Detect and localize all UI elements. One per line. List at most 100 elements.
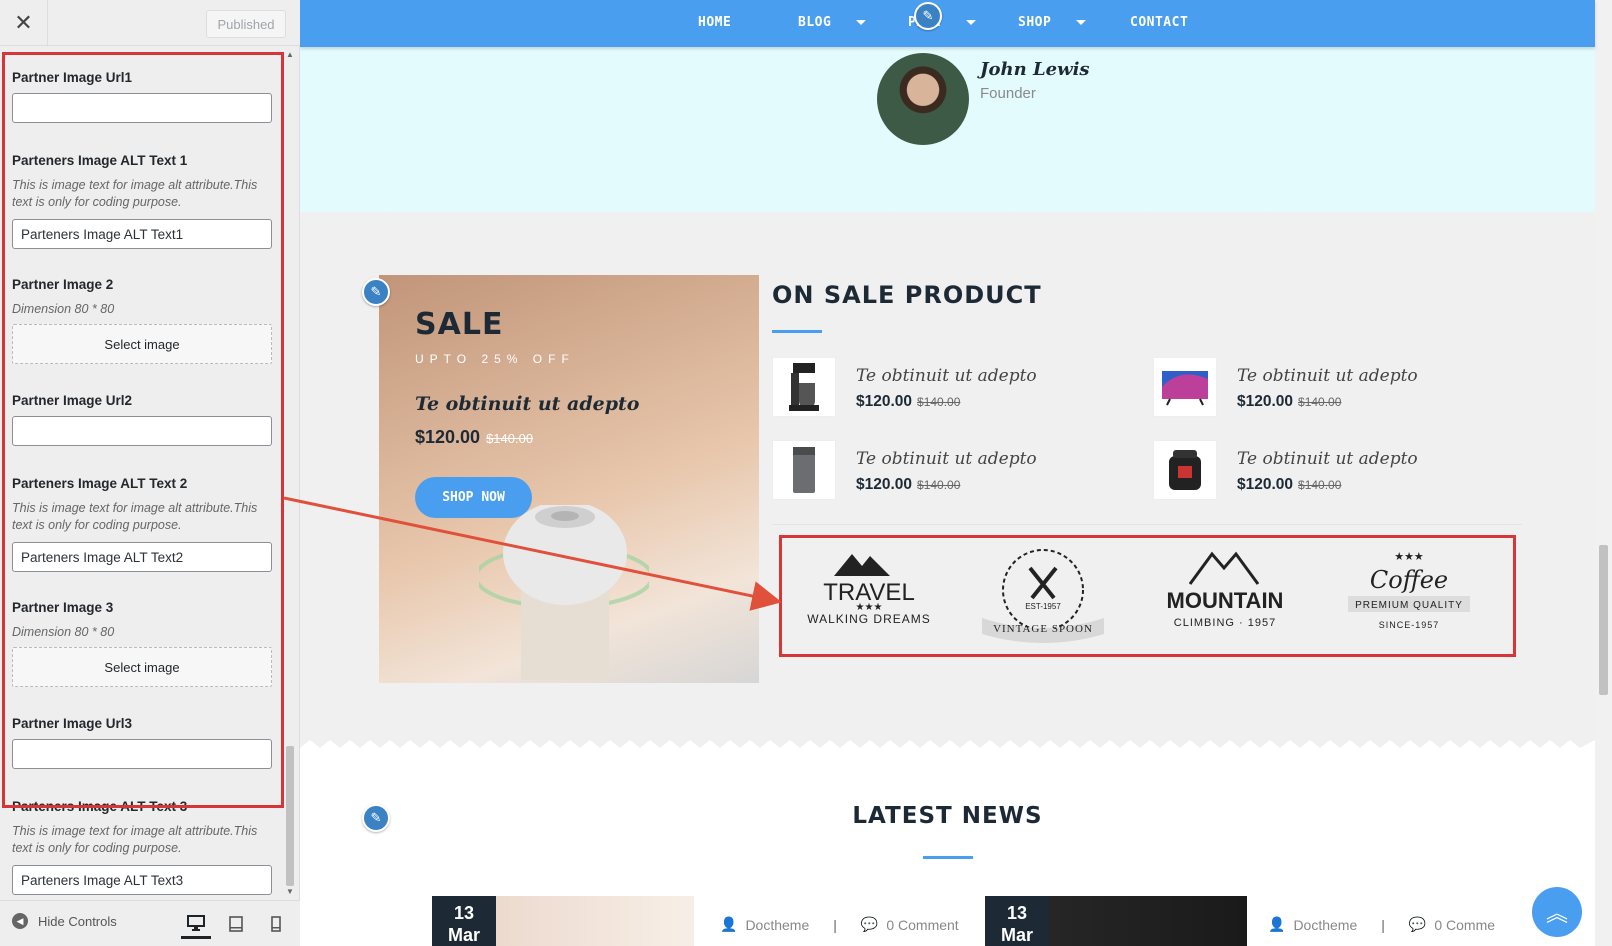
product-item[interactable]: Te obtinuit ut adepto $120.00 $140.00 <box>772 440 1132 500</box>
field-description: This is image text for image alt attribu… <box>12 178 258 209</box>
partner-image-url3-input[interactable] <box>12 739 272 769</box>
logo-text: VINTAGE SPOON <box>993 623 1093 635</box>
banner-sale-title: SALE <box>415 307 504 342</box>
logo-text: WALKING DREAMS <box>807 612 931 626</box>
chevron-down-icon[interactable] <box>1076 20 1086 25</box>
edit-pencil-icon[interactable]: ✎ <box>914 2 942 30</box>
old-price: $140.00 <box>486 431 534 446</box>
field-label: Partner Image 2 <box>12 277 114 292</box>
published-button[interactable]: Published <box>206 10 286 38</box>
sidebar-footer: ◀ Hide Controls <box>0 900 300 946</box>
site-preview[interactable]: HOME BLOG PAGE SHOP CONTACT ✎ John Lewis… <box>300 0 1612 946</box>
coffee-maker-icon <box>772 357 836 417</box>
chevron-down-icon[interactable] <box>856 20 866 25</box>
price: $120.00 <box>1237 393 1294 410</box>
product-item[interactable]: Te obtinuit ut adepto $120.00 $140.00 <box>1153 357 1513 417</box>
mobile-icon[interactable] <box>261 909 291 939</box>
scroll-up-icon[interactable]: ▲ <box>286 50 294 59</box>
news-thumbnail[interactable]: 13 Mar <box>432 896 694 946</box>
field-partner-alt-text-3: Parteners Image ALT Text 3 This is image… <box>12 799 272 895</box>
on-sale-title: ON SALE PRODUCT <box>772 281 1042 309</box>
field-label: Partner Image Url1 <box>12 70 133 85</box>
desktop-icon[interactable] <box>181 909 211 939</box>
trash-bin-icon <box>772 440 836 500</box>
nav-contact[interactable]: CONTACT <box>1130 15 1188 30</box>
product-price: $120.00 $140.00 <box>856 393 960 411</box>
sidebar-panel[interactable]: Partner Image Url1 Parteners Image ALT T… <box>0 46 300 900</box>
partner-alt-text-1-input[interactable] <box>12 219 272 249</box>
date-month: Mar <box>447 925 480 945</box>
field-label: Parteners Image ALT Text 1 <box>12 153 188 168</box>
price: $120.00 <box>856 393 913 410</box>
date-month: Mar <box>1000 925 1033 945</box>
product-item[interactable]: Te obtinuit ut adepto $120.00 $140.00 <box>1153 440 1513 500</box>
meta-separator: | <box>833 916 837 933</box>
logo-text: PREMIUM QUALITY <box>1355 600 1463 611</box>
product-name[interactable]: Te obtinuit ut adepto <box>856 366 1037 386</box>
product-name[interactable]: Te obtinuit ut adepto <box>856 449 1037 469</box>
mountain-logo[interactable]: MOUNTAIN CLIMBING · 1957 <box>1150 546 1300 646</box>
price: $120.00 <box>856 476 913 493</box>
scroll-to-top-button[interactable]: ︽ <box>1532 887 1582 937</box>
product-name[interactable]: Te obtinuit ut adepto <box>1237 366 1418 386</box>
nav-blog[interactable]: BLOG <box>798 15 831 30</box>
title-underline <box>772 330 822 333</box>
post-comments[interactable]: 0 Comment <box>886 917 958 933</box>
old-price: $140.00 <box>1298 478 1342 492</box>
partner-image-url2-input[interactable] <box>12 416 272 446</box>
travel-logo[interactable]: TRAVEL ★★★ WALKING DREAMS <box>794 546 944 646</box>
post-comments[interactable]: 0 Comme <box>1434 917 1495 933</box>
field-partner-alt-text-2: Parteners Image ALT Text 2 This is image… <box>12 476 272 572</box>
post-author[interactable]: Doctheme <box>1293 917 1357 933</box>
wave-divider <box>300 205 1595 213</box>
field-partner-image-url3: Partner Image Url3 <box>12 716 272 769</box>
partner-image-url1-input[interactable] <box>12 93 272 123</box>
price: $120.00 <box>415 427 481 447</box>
partner-alt-text-3-input[interactable] <box>12 865 272 895</box>
scrollbar-thumb[interactable] <box>1599 545 1608 695</box>
select-image-button[interactable]: Select image <box>12 647 272 687</box>
close-icon[interactable]: ✕ <box>0 0 48 46</box>
pressure-cooker-icon <box>1153 440 1217 500</box>
field-label: Partner Image 3 <box>12 600 114 615</box>
select-image-button[interactable]: Select image <box>12 324 272 364</box>
post-meta: 👤 Doctheme | 💬 0 Comme <box>1268 916 1495 933</box>
field-label: Parteners Image ALT Text 2 <box>12 476 188 491</box>
field-label: Parteners Image ALT Text 3 <box>12 799 188 814</box>
post-author[interactable]: Doctheme <box>745 917 809 933</box>
partner-alt-text-2-input[interactable] <box>12 542 272 572</box>
sidebar-scrollbar[interactable]: ▲ ▼ <box>284 46 296 900</box>
vintage-spoon-logo[interactable]: EST-1957 VINTAGE SPOON <box>968 546 1118 646</box>
comment-icon: 💬 <box>860 916 879 932</box>
old-price: $140.00 <box>917 478 961 492</box>
product-item[interactable]: Te obtinuit ut adepto $120.00 $140.00 <box>772 357 1132 417</box>
edit-pencil-icon[interactable]: ✎ <box>362 804 390 832</box>
customizer-screen: ✕ Published Partner Image Url1 Parteners… <box>0 0 1612 946</box>
team-section: John Lewis Founder <box>300 47 1595 212</box>
hide-controls-button[interactable]: ◀ Hide Controls <box>12 913 117 929</box>
svg-text:★★★: ★★★ <box>1394 551 1424 563</box>
product-name[interactable]: Te obtinuit ut adepto <box>1237 449 1418 469</box>
date-badge: 13 Mar <box>985 896 1049 946</box>
banner-product-title: Te obtinuit ut adepto <box>415 393 640 415</box>
product-price: $120.00 $140.00 <box>856 476 960 494</box>
news-thumbnail[interactable]: 13 Mar <box>985 896 1247 946</box>
chevron-down-icon[interactable] <box>966 20 976 25</box>
date-day: 13 <box>453 903 475 923</box>
avatar <box>877 53 969 145</box>
scrollbar-thumb[interactable] <box>286 746 294 886</box>
old-price: $140.00 <box>1298 395 1342 409</box>
preview-scrollbar[interactable] <box>1595 0 1612 946</box>
nav-home[interactable]: HOME <box>698 15 731 30</box>
scroll-down-icon[interactable]: ▼ <box>286 887 294 896</box>
title-underline <box>923 856 973 859</box>
nav-shop[interactable]: SHOP <box>1018 15 1051 30</box>
sidebar-header: ✕ Published <box>0 0 300 46</box>
tablet-icon[interactable] <box>221 909 251 939</box>
coffee-logo[interactable]: ★★★ Coffee PREMIUM QUALITY SINCE-1957 <box>1334 546 1484 646</box>
product-price: $120.00 $140.00 <box>1237 393 1341 411</box>
wave-divider <box>300 740 1595 748</box>
edit-pencil-icon[interactable]: ✎ <box>362 278 390 306</box>
banner-price: $120.00 $140.00 <box>415 427 533 448</box>
date-day: 13 <box>1006 903 1028 923</box>
